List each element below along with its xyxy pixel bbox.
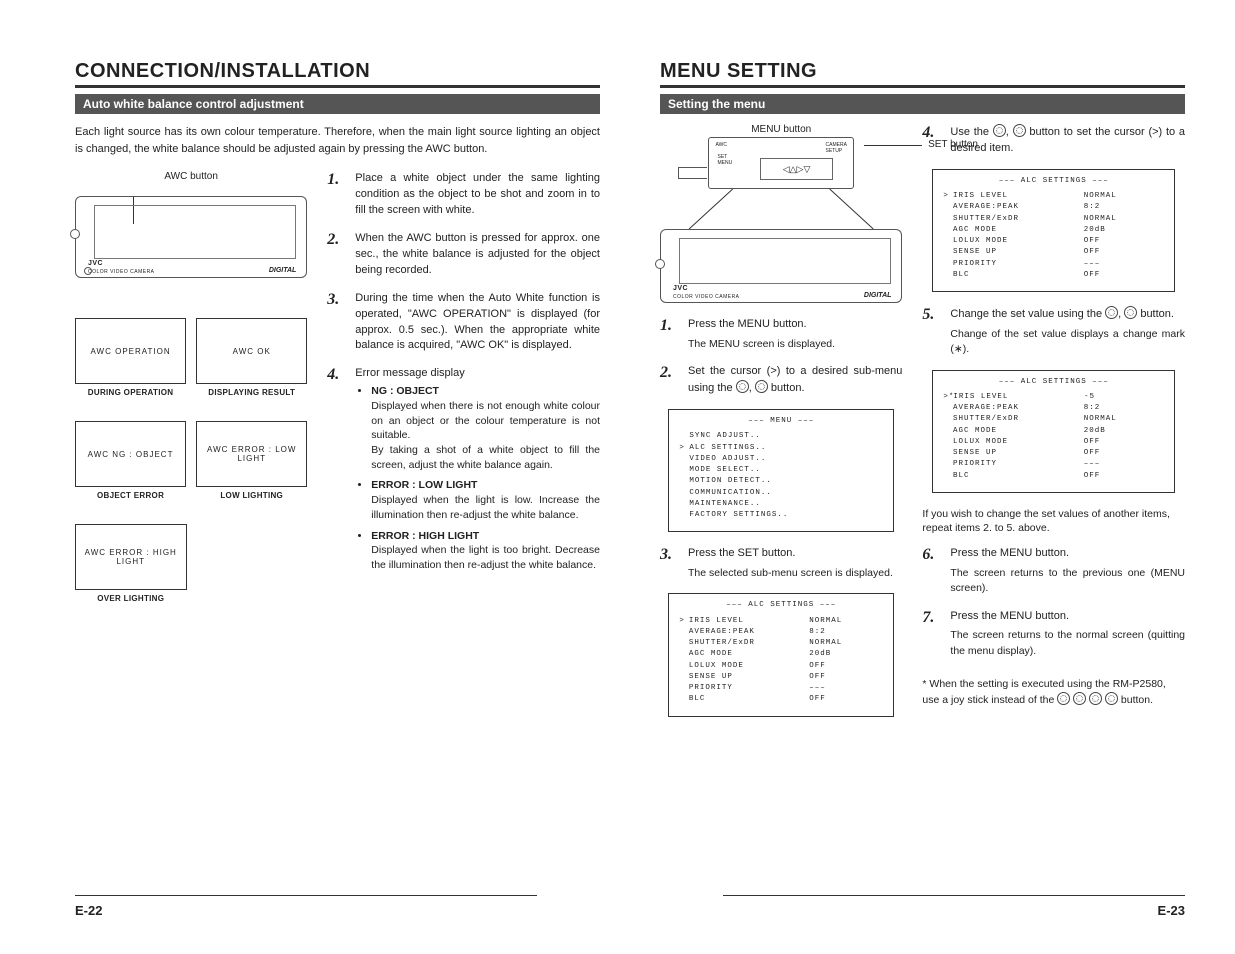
r-step-3: Press the SET button. The selected sub-m… [688,546,902,581]
diagram-column: AWC button JVC COLOR VIDEO CAMERA DIGITA… [75,171,307,603]
up-icon [993,124,1006,137]
footer-rule-right [723,895,1185,896]
footer-rule-left [75,895,537,896]
step-3: During the time when the Auto White func… [355,291,600,355]
alc-screen-1: ––– ALC SETTINGS ––– > IRIS LEVELNORMAL … [668,593,894,716]
step-num-3: 3. [327,291,345,355]
page-number-left: E-22 [75,903,102,918]
connector-lines [660,189,902,229]
dpad-icon [1073,692,1086,705]
digital-label: DIGITAL [269,267,296,274]
right-diagram-column: MENU button AWCCAMERASETUP SETMENU ◁△▷▽ … [660,124,902,731]
subheading-left: Auto white balance control adjustment [75,94,600,114]
r-step-1: Press the MENU button. The MENU screen i… [688,317,902,352]
right-icon [1124,306,1137,319]
camera-diagram-right: JVC COLOR VIDEO CAMERA DIGITAL [660,229,902,303]
display-operation: AWC OPERATION [75,318,186,384]
display-highlight: AWC ERROR : HIGH LIGHT [75,524,187,590]
r-step-2: Set the cursor (>) to a desired sub-menu… [688,364,902,397]
dpad-icon [1057,692,1070,705]
subheading-right: Setting the menu [660,94,1185,114]
set-button-label: SET button [928,139,978,150]
r-step-5: Change the set value using the , button.… [950,306,1185,357]
menu-main-screen: ––– MENU ––– SYNC ADJUST..>ALC SETTINGS.… [668,409,894,532]
heading-right: MENU SETTING [660,60,1185,88]
up-icon [736,380,749,393]
r-step-4: Use the , button to set the cursor (>) t… [950,124,1185,157]
down-icon [755,380,768,393]
step-num-1: 1. [327,171,345,219]
dpad-icon [1105,692,1118,705]
right-steps-column: 4. Use the , button to set the cursor (>… [922,124,1185,731]
display-ng: AWC NG : OBJECT [75,421,186,487]
alc-screen-3: ––– ALC SETTINGS ––– >*IRIS LEVEL-5 AVER… [932,370,1175,493]
page-right: MENU SETTING Setting the menu MENU butto… [660,60,1185,914]
step-num-2: 2. [327,231,345,279]
page-number-right: E-23 [1158,903,1185,918]
caption-ok: DISPLAYING RESULT [196,388,307,397]
menu-button-label: MENU button [660,124,902,135]
intro-text: Each light source has its own colour tem… [75,124,600,157]
brand-sub: COLOR VIDEO CAMERA [88,269,155,275]
left-icon [1105,306,1118,319]
alc-screen-2: ––– ALC SETTINGS ––– > IRIS LEVELNORMAL … [932,169,1175,292]
bullet-lowlight: ERROR : LOW LIGHT Displayed when the lig… [371,478,600,522]
rm-note: * When the setting is executed using the… [922,677,1185,707]
display-lowlight: AWC ERROR : LOW LIGHT [196,421,307,487]
steps-column-left: 1. Place a white object under the same l… [327,171,600,603]
caption-lowlight: LOW LIGHTING [196,491,307,500]
brand-logo: JVC [88,260,103,267]
bullet-highlight: ERROR : HIGH LIGHT Displayed when the li… [371,529,600,573]
step-2: When the AWC button is pressed for appro… [355,231,600,279]
heading-left: CONNECTION/INSTALLATION [75,60,600,88]
display-ok: AWC OK [196,318,307,384]
page-left: CONNECTION/INSTALLATION Auto white balan… [75,60,600,914]
r-step-7: Press the MENU button. The screen return… [950,609,1185,659]
awc-button-label: AWC button [75,171,307,182]
caption-ng: OBJECT ERROR [75,491,186,500]
camera-diagram: JVC COLOR VIDEO CAMERA DIGITAL [75,196,307,278]
step-1: Place a white object under the same ligh… [355,171,600,219]
r-step-6: Press the MENU button. The screen return… [950,546,1185,596]
step-num-4: 4. [327,366,345,578]
caption-highlight: OVER LIGHTING [75,594,187,603]
bullet-ng: NG : OBJECT Displayed when there is not … [371,384,600,472]
step-4: Error message display NG : OBJECT Displa… [355,366,600,578]
down-icon [1013,124,1026,137]
dpad-icon: ◁△▷▽ [783,164,811,175]
dpad-icon [1089,692,1102,705]
caption-operation: DURING OPERATION [75,388,186,397]
step-4-head: Error message display [355,367,464,379]
repeat-note: If you wish to change the set values of … [922,507,1185,536]
